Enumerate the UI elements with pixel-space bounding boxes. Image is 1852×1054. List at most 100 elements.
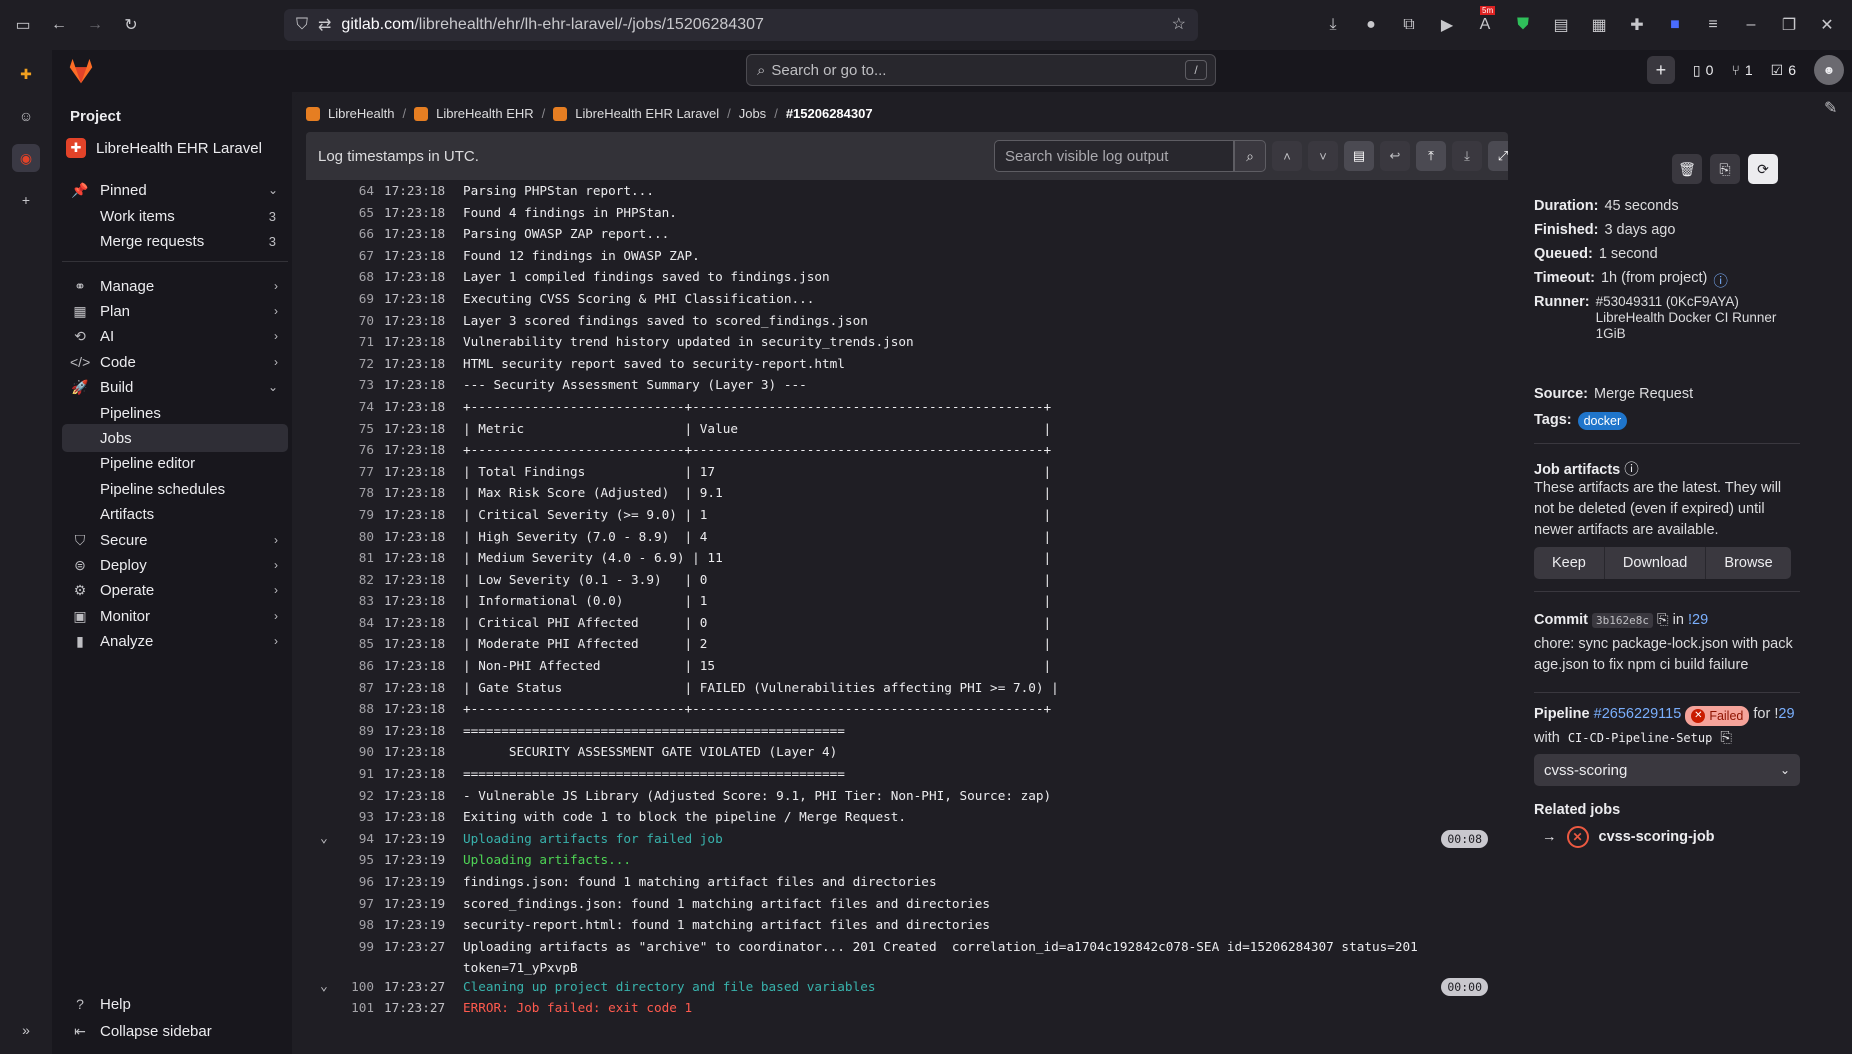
next-match-icon[interactable]: ˅ — [1308, 141, 1338, 171]
close-icon[interactable]: ✕ — [1814, 12, 1840, 38]
merge-requests-counter[interactable]: ⑂ 1 — [1731, 62, 1752, 78]
nav-project[interactable]: ✚ LibreHealth EHR Laravel — [66, 138, 262, 158]
nav-monitor[interactable]: ▣ Monitor › — [62, 602, 288, 630]
menu-icon[interactable]: ≡ — [1700, 12, 1726, 38]
line-number[interactable]: 67 — [342, 245, 374, 267]
new-issue-icon[interactable]: ⎘ — [1710, 154, 1740, 184]
line-number[interactable]: 101 — [342, 997, 374, 1019]
translate-icon[interactable]: A 5m — [1472, 6, 1498, 38]
user-avatar[interactable]: ☻ — [1814, 55, 1844, 85]
help-icon[interactable]: ⓘ — [1713, 270, 1728, 291]
address-bar[interactable]: ⛉ ⇄ gitlab.com/librehealth/ehr/lh-ehr-la… — [284, 9, 1198, 41]
commit-mr-link[interactable]: !29 — [1688, 612, 1708, 628]
pipeline-link[interactable]: #2656229115 — [1594, 706, 1682, 722]
line-number[interactable]: 88 — [342, 698, 374, 720]
nav-secure[interactable]: ⛉ Secure › — [62, 526, 288, 554]
back-icon[interactable]: ← — [46, 12, 72, 38]
breadcrumb-item[interactable]: LibreHealth EHR Laravel — [575, 106, 719, 121]
add-icon[interactable]: + — [12, 186, 40, 214]
line-number[interactable]: 65 — [342, 202, 374, 224]
previous-match-icon[interactable]: ˄ — [1272, 141, 1302, 171]
bookmark-ext-icon[interactable]: ✚ — [12, 60, 40, 88]
log-search-input[interactable]: Search visible log output — [994, 140, 1234, 172]
sidebar-toggle-icon[interactable]: ▭ — [10, 12, 36, 38]
log-search-button[interactable]: ⌕ — [1234, 140, 1266, 172]
line-number[interactable]: 66 — [342, 223, 374, 245]
ext-icon[interactable]: ☺ — [12, 102, 40, 130]
raw-log-icon[interactable]: ▤ — [1344, 141, 1374, 171]
line-number[interactable]: 71 — [342, 331, 374, 353]
nav-artifacts[interactable]: Artifacts — [62, 500, 288, 528]
scroll-top-icon[interactable]: ⤒ — [1416, 141, 1446, 171]
commit-sha[interactable]: 3b162e8c — [1592, 613, 1653, 628]
breadcrumb-item[interactable]: LibreHealth EHR — [436, 106, 534, 121]
line-number[interactable]: 82 — [342, 569, 374, 591]
nav-pipeline-editor[interactable]: Pipeline editor — [62, 449, 288, 477]
line-number[interactable]: 97 — [342, 893, 374, 915]
issues-counter[interactable]: ▯ 0 — [1693, 62, 1714, 79]
nav-build[interactable]: 🚀 Build ⌄ — [62, 373, 288, 401]
extension-k-icon[interactable]: ● — [1358, 12, 1384, 38]
line-number[interactable]: 73 — [342, 374, 374, 396]
todos-counter[interactable]: ☑ 6 — [1771, 62, 1796, 79]
related-job-item[interactable]: → ✕ cvss-scoring-job — [1542, 826, 1715, 848]
extension-icon[interactable]: ⧉ — [1396, 12, 1422, 38]
wrap-lines-icon[interactable]: ↩ — [1380, 141, 1410, 171]
line-number[interactable]: 93 — [342, 806, 374, 828]
global-search[interactable]: ⌕ Search or go to... / — [746, 54, 1216, 86]
pipeline-mr-link[interactable]: 29 — [1778, 706, 1794, 722]
line-number[interactable]: 85 — [342, 633, 374, 655]
line-number[interactable]: 83 — [342, 590, 374, 612]
nav-pipelines[interactable]: Pipelines — [62, 399, 288, 427]
edit-icon[interactable]: ✎ — [1824, 98, 1837, 118]
line-number[interactable]: 84 — [342, 612, 374, 634]
line-number[interactable]: 72 — [342, 353, 374, 375]
create-new-button[interactable]: + — [1646, 56, 1675, 84]
forward-icon[interactable]: → — [82, 12, 108, 38]
line-number[interactable]: 76 — [342, 439, 374, 461]
downloads-icon[interactable]: ⤓ — [1320, 12, 1346, 38]
browse-button[interactable]: Browse — [1706, 547, 1791, 579]
keep-button[interactable]: Keep — [1534, 547, 1605, 579]
container-icon[interactable]: ▤ — [1548, 12, 1574, 38]
nav-manage[interactable]: ⚭ Manage › — [62, 272, 288, 300]
pipeline-status-badge[interactable]: ✕ Failed — [1685, 706, 1750, 726]
line-number[interactable]: 64 — [342, 180, 374, 202]
line-number[interactable]: 80 — [342, 526, 374, 548]
copy-icon[interactable]: ⎘ — [1657, 612, 1669, 628]
collapse-section-icon[interactable]: ⌄ — [320, 976, 328, 998]
puzzle-icon[interactable]: ✚ — [1624, 12, 1650, 38]
gitlab-logo-icon[interactable] — [66, 56, 96, 86]
nav-plan[interactable]: ▦ Plan › — [62, 297, 288, 325]
nav-analyze[interactable]: ▮ Analyze › — [62, 627, 288, 655]
nav-operate[interactable]: ⚙ Operate › — [62, 576, 288, 604]
line-number[interactable]: 94 — [342, 828, 374, 850]
reload-icon[interactable]: ↻ — [118, 12, 144, 38]
collapse-section-icon[interactable]: ⌄ — [320, 828, 328, 850]
line-number[interactable]: 70 — [342, 310, 374, 332]
line-number[interactable]: 87 — [342, 677, 374, 699]
expand-icon[interactable]: » — [12, 1016, 40, 1044]
line-number[interactable]: 96 — [342, 871, 374, 893]
nav-ai[interactable]: ⟲ AI › — [62, 322, 288, 350]
nav-code[interactable]: </> Code › — [62, 348, 288, 376]
tag-badge[interactable]: docker — [1577, 412, 1628, 430]
line-number[interactable]: 100 — [342, 976, 374, 998]
nav-jobs[interactable]: Jobs — [62, 424, 288, 452]
scroll-bottom-icon[interactable]: ⤓ — [1452, 141, 1482, 171]
line-number[interactable]: 99 — [342, 936, 374, 958]
nav-work-items[interactable]: Work items 3 — [62, 202, 288, 230]
line-number[interactable]: 74 — [342, 396, 374, 418]
nav-help[interactable]: ? Help — [62, 990, 288, 1018]
shield-ext-icon[interactable]: ⛊ — [1510, 12, 1536, 38]
reader-icon[interactable]: ▦ — [1586, 12, 1612, 38]
line-number[interactable]: 68 — [342, 266, 374, 288]
bookmark-star-icon[interactable]: ☆ — [1172, 14, 1186, 34]
delete-log-icon[interactable]: 🗑 — [1672, 154, 1702, 184]
nav-deploy[interactable]: ⊜ Deploy › — [62, 551, 288, 579]
profile-ext-icon[interactable]: ■ — [1662, 12, 1688, 38]
download-button[interactable]: Download — [1604, 547, 1707, 579]
copy-icon[interactable]: ⎘ — [1720, 730, 1732, 746]
line-number[interactable]: 79 — [342, 504, 374, 526]
gitlab-tab-icon[interactable]: ◉ — [12, 144, 40, 172]
